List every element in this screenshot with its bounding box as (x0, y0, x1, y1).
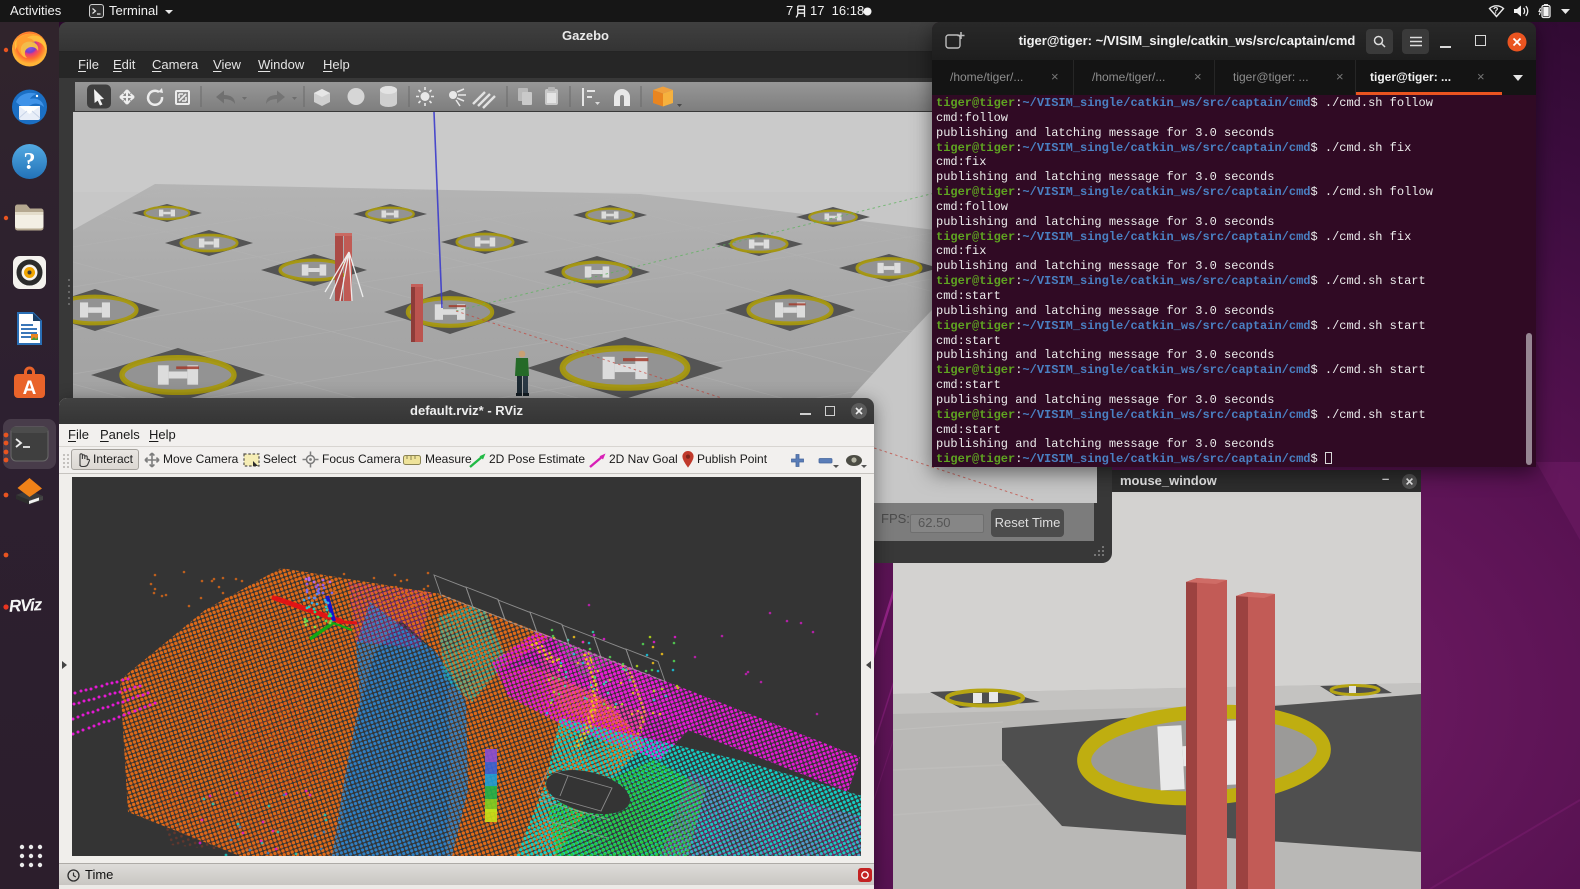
svg-text:A: A (23, 378, 37, 399)
svg-text:?: ? (1493, 6, 1499, 16)
svg-text:?: ? (24, 149, 36, 175)
